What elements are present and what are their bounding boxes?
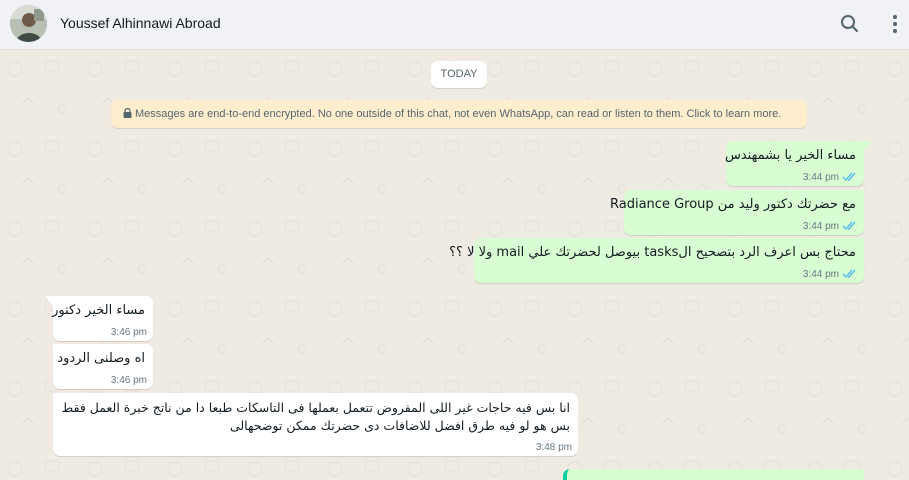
message-outgoing[interactable]: مساء الخير يا بشمهندس 3:44 pm bbox=[724, 141, 872, 186]
bubble-tail bbox=[864, 141, 872, 151]
message-text: مساء الخير دكتور bbox=[52, 303, 145, 318]
message-incoming[interactable]: انا بس فيه حاجات غير اللى المفروض تتعمل … bbox=[53, 393, 578, 456]
message-outgoing[interactable]: محتاج بس اعرف الرد بتصحيح الtasks بيوصل … bbox=[449, 238, 864, 283]
message-text: محتاج بس اعرف الرد بتصحيح الtasks بيوصل … bbox=[449, 245, 856, 260]
message-text: اه وصلنى الردود bbox=[57, 351, 145, 366]
contact-avatar[interactable] bbox=[10, 5, 47, 42]
read-ticks-icon bbox=[842, 221, 856, 231]
message-text-line: بس هو لو فيه طرق افضل للاضافات دى حضرتك … bbox=[229, 418, 570, 433]
encryption-notice[interactable]: Messages are end-to-end encrypted. No on… bbox=[111, 100, 807, 128]
message-outgoing-partial[interactable] bbox=[563, 469, 864, 480]
message-time: 3:46 pm bbox=[110, 327, 147, 338]
message-meta: 3:44 pm bbox=[803, 220, 858, 232]
message-meta: 3:44 pm bbox=[803, 171, 858, 183]
message-time: 3:46 pm bbox=[110, 375, 147, 386]
more-vertical-icon[interactable] bbox=[883, 12, 907, 36]
chat-header: Youssef Alhinnawi Abroad bbox=[0, 0, 909, 50]
message-text-line: انا بس فيه حاجات غير اللى المفروض تتعمل … bbox=[61, 400, 570, 415]
message-time: 3:44 pm bbox=[802, 172, 839, 183]
bubble-tail bbox=[45, 296, 53, 306]
encryption-text: Messages are end-to-end encrypted. No on… bbox=[135, 108, 782, 120]
lock-icon bbox=[123, 108, 132, 118]
message-time: 3:48 pm bbox=[535, 442, 572, 453]
contact-name[interactable]: Youssef Alhinnawi Abroad bbox=[60, 15, 221, 31]
read-ticks-icon bbox=[842, 269, 856, 279]
message-meta: 3:44 pm bbox=[803, 268, 858, 280]
message-time: 3:44 pm bbox=[802, 221, 839, 232]
message-incoming[interactable]: اه وصلنى الردود 3:46 pm bbox=[53, 344, 153, 389]
date-divider: TODAY bbox=[431, 61, 487, 88]
message-text: مع حضرتك دكتور وليد من Radiance Group bbox=[610, 197, 856, 212]
search-icon[interactable] bbox=[838, 12, 862, 36]
message-incoming[interactable]: مساء الخير دكتور 3:46 pm bbox=[45, 296, 153, 341]
message-outgoing[interactable]: مع حضرتك دكتور وليد من Radiance Group 3:… bbox=[610, 190, 864, 235]
message-text: مساء الخير يا بشمهندس bbox=[724, 148, 856, 163]
chat-area[interactable]: TODAY Messages are end-to-end encrypted.… bbox=[0, 51, 909, 480]
message-time: 3:44 pm bbox=[802, 269, 839, 280]
read-ticks-icon bbox=[842, 172, 856, 182]
